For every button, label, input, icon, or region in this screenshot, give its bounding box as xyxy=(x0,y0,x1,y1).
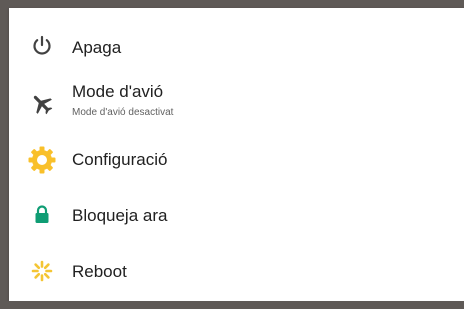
menu-item-label: Configuració xyxy=(72,150,168,169)
menu-item-airplane-mode[interactable]: Mode d'avió Mode d'avió desactivat xyxy=(9,80,464,126)
power-icon xyxy=(28,32,56,60)
airplane-icon xyxy=(28,90,56,118)
reboot-icon xyxy=(28,257,56,285)
background-strip xyxy=(0,301,464,309)
menu-item-sublabel: Mode d'avió desactivat xyxy=(72,107,174,118)
menu-item-label: Mode d'avió xyxy=(72,82,164,101)
power-menu: Apaga Mode d'avió Mode d'avió desactivat xyxy=(9,8,464,301)
menu-item-label: Reboot xyxy=(72,262,127,281)
menu-item-settings[interactable]: Configuració xyxy=(9,142,464,178)
menu-item-reboot[interactable]: Reboot xyxy=(9,254,464,290)
lock-icon xyxy=(28,201,56,229)
menu-item-power-off[interactable]: Apaga xyxy=(9,30,464,66)
menu-item-label: Bloqueja ara xyxy=(72,206,168,225)
settings-gear-icon xyxy=(27,145,57,175)
menu-item-label: Apaga xyxy=(72,38,122,57)
menu-item-lock-now[interactable]: Bloqueja ara xyxy=(9,198,464,234)
